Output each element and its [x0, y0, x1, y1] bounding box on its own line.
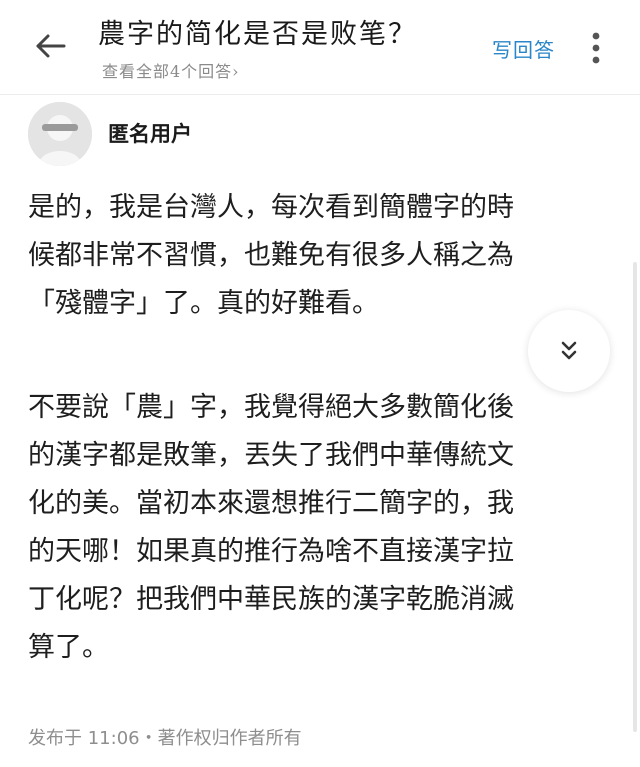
- back-arrow-icon[interactable]: [30, 26, 70, 66]
- expand-button[interactable]: [528, 310, 610, 392]
- answer-line: 「殘體字」了。真的好難看。: [28, 288, 379, 319]
- anonymous-avatar[interactable]: [28, 102, 92, 166]
- answer-line: 是的，我是台灣人，每次看到簡體字的時: [28, 192, 514, 223]
- answer-paragraph-2: 不要說「農」字，我覺得絕大多數簡化後 的漢字都是敗筆，丟失了我們中華傳統文 化的…: [28, 384, 618, 672]
- view-all-answers-link[interactable]: 查看全部4个回答›: [102, 58, 240, 82]
- write-answer-button[interactable]: 写回答: [492, 34, 555, 63]
- answer-line: 的漢字都是敗筆，丟失了我們中華傳統文: [28, 440, 514, 471]
- answer-line: 算了。: [28, 632, 109, 663]
- answer-line: 化的美。當初本來還想推行二簡字的，我: [28, 488, 514, 519]
- top-bar: 農字的简化是否是败笔？ 查看全部4个回答› 写回答: [0, 0, 640, 94]
- answer-paragraph-1: 是的，我是台灣人，每次看到簡體字的時 候都非常不習慣，也難免有很多人稱之為 「殘…: [28, 184, 618, 328]
- more-vertical-icon[interactable]: [586, 30, 606, 66]
- scrollbar[interactable]: [633, 262, 637, 732]
- question-title[interactable]: 農字的简化是否是败笔？: [98, 12, 417, 51]
- answer-line: 候都非常不習慣，也難免有很多人稱之為: [28, 240, 514, 271]
- header-divider: [0, 94, 640, 95]
- answer-line: 的天哪！如果真的推行為啥不直接漢字拉: [28, 536, 514, 567]
- chevron-double-down-icon: [561, 341, 577, 360]
- answer-line: 丁化呢？把我們中華民族的漢字乾脆消滅: [28, 584, 514, 615]
- author-name[interactable]: 匿名用户: [108, 118, 192, 148]
- answer-line: 不要說「農」字，我覺得絕大多數簡化後: [28, 392, 514, 423]
- publish-info: 发布于 11:06・著作权归作者所有: [28, 728, 302, 749]
